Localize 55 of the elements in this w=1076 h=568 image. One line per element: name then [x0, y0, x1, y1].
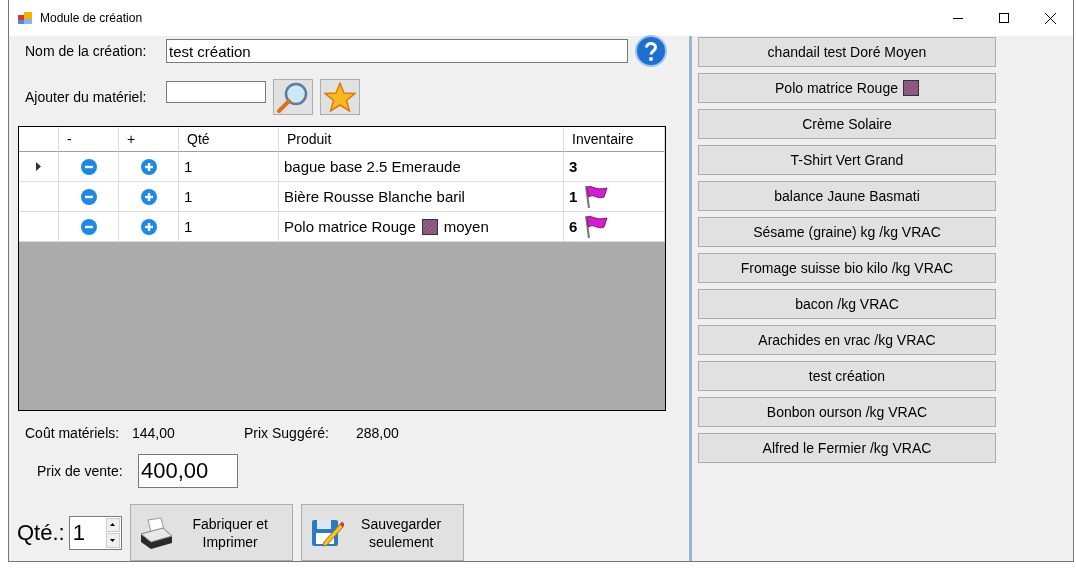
cost-value: 144,00	[132, 425, 176, 442]
window-title: Module de création	[40, 11, 144, 25]
sale-price-field[interactable]: 400,00	[138, 454, 238, 488]
quantity-label: Qté.:	[17, 519, 65, 546]
product-button[interactable]: balance Jaune Basmati	[698, 181, 996, 211]
product-button[interactable]: Arachides en vrac /kg VRAC	[698, 325, 996, 355]
sale-price-label: Prix de vente:	[37, 463, 124, 479]
save-button[interactable]: Sauvegarder seulement	[300, 504, 464, 561]
cost-label: Coût matériels:	[25, 425, 121, 442]
product-button[interactable]: T-Shirt Vert Grand	[698, 145, 996, 175]
close-icon[interactable]	[1044, 12, 1056, 24]
print-button[interactable]: Fabriquer et Imprimer	[129, 504, 293, 561]
product-button[interactable]: Sésame (graine) kg /kg VRAC	[698, 217, 996, 247]
down-arrow-icon[interactable]	[110, 538, 116, 542]
inventory-count: 3	[569, 158, 578, 175]
search-button[interactable]	[273, 79, 313, 115]
add-material-label: Ajouter du matériel:	[25, 89, 148, 105]
product-button[interactable]: Fromage suisse bio kilo /kg VRAC	[698, 253, 996, 283]
product-size: moyen	[443, 218, 489, 235]
up-arrow-icon[interactable]	[110, 523, 116, 527]
minus-icon[interactable]	[80, 188, 97, 205]
flag-icon	[583, 183, 610, 210]
product-button[interactable]: chandail test Doré Moyen	[698, 37, 996, 67]
product-button[interactable]: test création	[698, 361, 996, 391]
search-icon	[276, 81, 310, 113]
product-button[interactable]: Polo matrice Rouge	[698, 73, 996, 103]
flag-icon	[583, 213, 610, 240]
product-button[interactable]: Crème Solaire	[698, 109, 996, 139]
suggested-value: 288,00	[356, 425, 399, 442]
suggested-label: Prix Suggéré:	[244, 425, 330, 442]
star-icon	[324, 82, 356, 112]
inventory-count: 1	[569, 188, 578, 205]
product-name: bague base 2.5 Emeraude	[284, 158, 461, 175]
add-material-field[interactable]	[166, 81, 266, 103]
product-name: Bière Rousse Blanche baril	[284, 188, 465, 205]
quantity-spinner[interactable]: 1	[68, 515, 122, 550]
product-button[interactable]: Bonbon ourson /kg VRAC	[698, 397, 996, 427]
product-button[interactable]: Alfred le Fermier /kg VRAC	[698, 433, 996, 463]
inventory-count: 6	[569, 218, 578, 235]
minus-icon[interactable]	[80, 158, 97, 175]
row-header-cell[interactable]	[19, 212, 59, 242]
plus-icon[interactable]	[140, 188, 157, 205]
app-icon	[18, 12, 32, 24]
product-name: Polo matrice Rouge	[284, 218, 416, 235]
name-label: Nom de la création:	[25, 43, 148, 59]
help-icon[interactable]	[635, 35, 667, 67]
plus-icon[interactable]	[140, 218, 157, 235]
minus-icon[interactable]	[80, 218, 97, 235]
maximize-icon[interactable]	[999, 13, 1009, 23]
favorites-button[interactable]	[320, 79, 360, 115]
printer-icon	[138, 515, 173, 550]
table-cell: 1	[179, 212, 279, 242]
plus-icon[interactable]	[140, 158, 157, 175]
name-field[interactable]: test création	[166, 39, 628, 63]
product-button[interactable]: bacon /kg VRAC	[698, 289, 996, 319]
